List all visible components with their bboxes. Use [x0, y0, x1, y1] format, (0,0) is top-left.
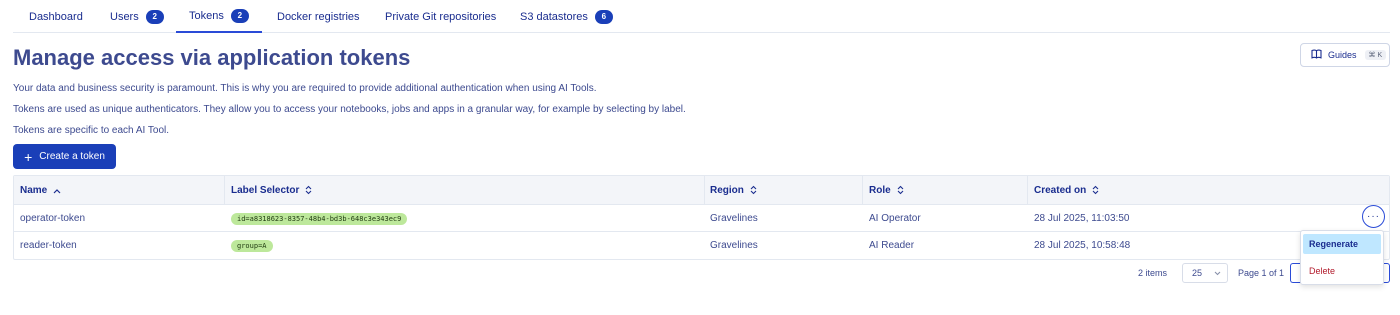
region-cell: Gravelines: [710, 240, 758, 251]
page-info: Page 1 of 1: [1238, 268, 1285, 278]
description-security: Your data and business security is param…: [13, 83, 597, 94]
page-size-value: 25: [1192, 268, 1203, 278]
label-selector-cell: id=a8318623-8357-48b4-bd3b-648c3e343ec9: [231, 205, 408, 232]
column-divider: [1027, 176, 1028, 204]
role-cell: AI Reader: [869, 240, 915, 251]
column-divider: [224, 176, 225, 204]
action-menu: Regenerate Delete: [1300, 230, 1384, 285]
tokens-table: Name Label Selector Region Role Created …: [13, 175, 1390, 260]
column-header-role[interactable]: Role: [869, 176, 904, 205]
sort-icon: [305, 185, 312, 197]
column-label: Created on: [1034, 185, 1087, 196]
tab-label: Private Git repositories: [385, 10, 497, 23]
keyboard-shortcut: ⌘ K: [1364, 50, 1387, 60]
tab-label: Dashboard: [29, 10, 83, 23]
guides-button[interactable]: Guides ⌘ K: [1300, 43, 1390, 67]
token-name: operator-token: [20, 213, 86, 224]
count-badge: 6: [594, 9, 613, 24]
column-header-created-on[interactable]: Created on: [1034, 176, 1099, 205]
ellipsis-icon: ···: [1367, 211, 1380, 222]
description-authenticators: Tokens are used as unique authenticators…: [13, 104, 686, 115]
tab-label: Tokens: [189, 9, 224, 22]
create-token-label: Create a token: [39, 151, 105, 162]
book-icon: [1311, 49, 1322, 61]
column-header-region[interactable]: Region: [710, 176, 757, 205]
token-name: reader-token: [20, 240, 77, 251]
tab-label: Users: [110, 10, 139, 23]
column-divider: [704, 176, 705, 204]
items-count: 2 items: [1138, 268, 1168, 278]
more-actions-button[interactable]: ···: [1362, 205, 1385, 228]
chevron-down-icon: [1214, 269, 1221, 278]
created-on-cell: 28 Jul 2025, 10:58:48: [1034, 240, 1131, 251]
role-cell: AI Operator: [869, 213, 921, 224]
plus-icon: +: [24, 148, 33, 165]
sort-icon: [750, 185, 757, 197]
page-title: Manage access via application tokens: [13, 45, 411, 70]
region-cell: Gravelines: [710, 213, 758, 224]
menu-item-delete[interactable]: Delete: [1303, 261, 1381, 281]
guides-label: Guides: [1328, 50, 1357, 60]
table-header: Name Label Selector Region Role Created …: [14, 176, 1389, 205]
label-tag: group=A: [231, 239, 273, 252]
count-badge: 2: [230, 8, 249, 23]
created-on-cell: 28 Jul 2025, 11:03:50: [1034, 213, 1130, 224]
label-selector-cell: group=A: [231, 232, 273, 259]
column-label: Role: [869, 185, 891, 196]
tab-label: S3 datastores: [520, 10, 588, 23]
column-header-label-selector[interactable]: Label Selector: [231, 176, 312, 205]
description-ai-tool: Tokens are specific to each AI Tool.: [13, 125, 170, 136]
sort-icon: [1092, 185, 1099, 197]
tab-dashboard[interactable]: Dashboard: [29, 0, 83, 33]
create-token-button[interactable]: + Create a token: [13, 144, 116, 169]
tab-tokens[interactable]: Tokens 2: [176, 0, 262, 33]
label-tag: id=a8318623-8357-48b4-bd3b-648c3e343ec9: [231, 212, 408, 225]
pagination-next-button[interactable]: [1383, 263, 1390, 283]
tab-docker-registries[interactable]: Docker registries: [277, 0, 360, 33]
tab-bar: Dashboard Users 2 Tokens 2 Docker regist…: [13, 0, 1390, 33]
table-row: reader-token group=A Gravelines AI Reade…: [14, 232, 1389, 259]
column-header-name[interactable]: Name: [20, 176, 61, 205]
tab-label: Docker registries: [277, 10, 360, 23]
page-size-select[interactable]: 25: [1182, 263, 1228, 283]
table-row: operator-token id=a8318623-8357-48b4-bd3…: [14, 205, 1389, 232]
column-divider: [862, 176, 863, 204]
menu-item-regenerate[interactable]: Regenerate: [1303, 234, 1381, 254]
tab-private-git-repositories[interactable]: Private Git repositories: [385, 0, 496, 33]
column-label: Region: [710, 185, 744, 196]
column-label: Label Selector: [231, 185, 300, 196]
tab-s3-datastores[interactable]: S3 datastores 6: [520, 0, 613, 33]
column-label: Name: [20, 185, 48, 196]
sort-ascending-icon: [53, 186, 61, 196]
tab-users[interactable]: Users 2: [110, 0, 164, 33]
sort-icon: [897, 185, 904, 197]
count-badge: 2: [145, 9, 164, 24]
